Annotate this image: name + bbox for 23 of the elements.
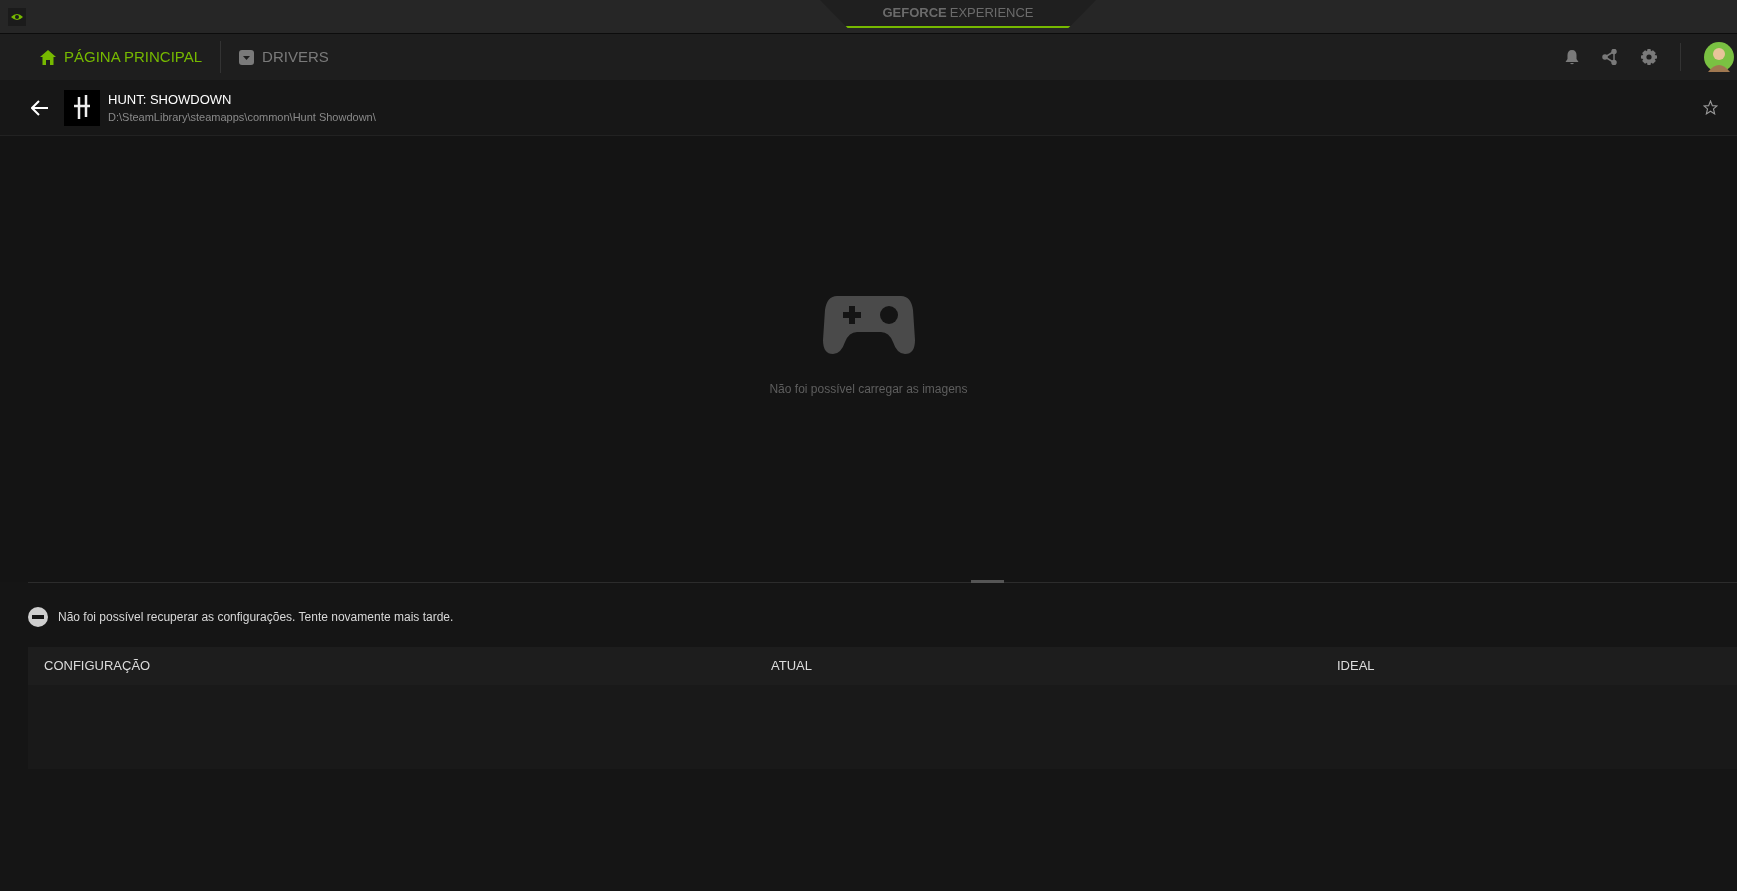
nav-tab[interactable]: DRIVERS	[239, 45, 329, 69]
game-thumbnail	[64, 89, 100, 126]
game-title: HUNT: SHOWDOWN	[108, 90, 233, 109]
game-install-path: D:\SteamLibrary\steamapps\common\Hunt Showdown\	[108, 109, 376, 125]
column-header: ATUAL	[771, 657, 813, 676]
gallery-error-text: Não foi possível carregar as imagens	[769, 381, 968, 398]
settings-error-text: Não foi possível recuperar as configurações. Tente novamente mais tarde.	[58, 609, 454, 626]
logo-icon	[8, 7, 26, 26]
settings-icon[interactable]	[1641, 49, 1657, 65]
home-icon	[40, 49, 56, 65]
notification-bell-icon[interactable]	[1565, 49, 1579, 65]
column-header: CONFIGURAÇÃO	[44, 657, 152, 676]
download-icon	[239, 49, 255, 65]
resize-handle[interactable]	[971, 580, 1004, 583]
brand-suffix-text: EXPERIENCE	[949, 4, 1034, 23]
nav-tab[interactable]: PÁGINA PRINCIPAL	[40, 45, 203, 69]
favorite-star-icon[interactable]	[1703, 100, 1718, 115]
brand-text: GEFORCE	[882, 4, 947, 23]
avatar-icon[interactable]	[1704, 42, 1734, 72]
back-arrow-icon[interactable]	[31, 99, 49, 116]
column-header: IDEAL	[1337, 657, 1375, 676]
share-icon[interactable]	[1602, 49, 1618, 65]
error-minus-icon	[28, 607, 48, 627]
